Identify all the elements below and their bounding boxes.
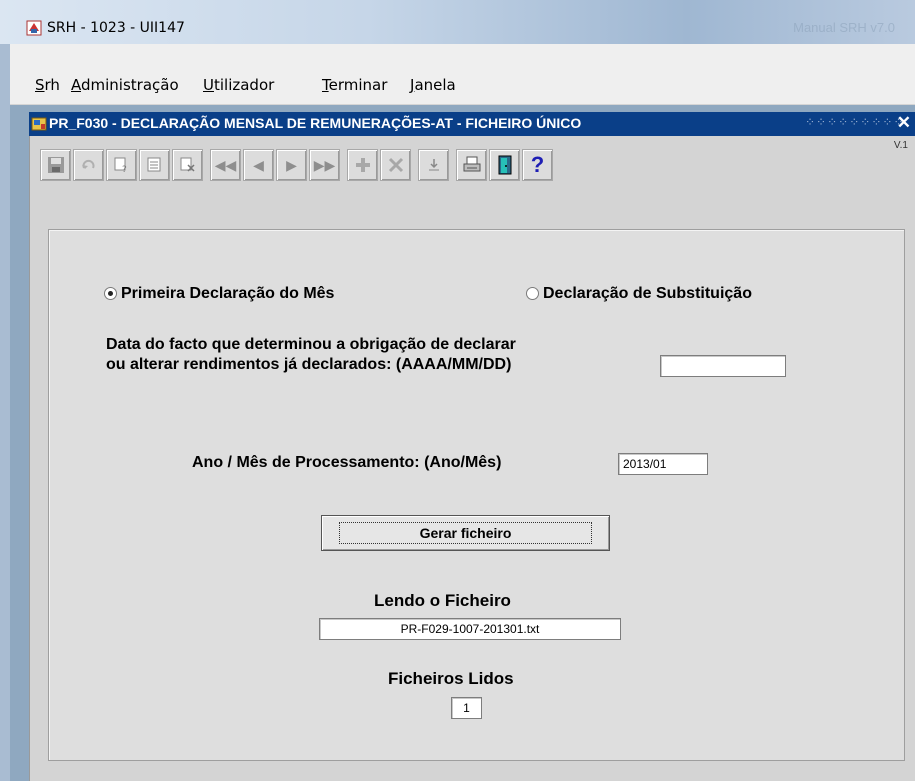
generate-file-button-label: Gerar ficheiro [338, 522, 593, 544]
app-window: SRH - 1023 - UII147 Manual SRH v7.0 Srh … [0, 0, 915, 781]
processing-label: Ano / Mês de Processamento: (Ano/Mês) [192, 454, 502, 471]
menu-bar: Srh Administração Utilizador Terminar Ja… [10, 44, 915, 105]
save-icon[interactable] [40, 149, 71, 181]
undo-icon[interactable] [73, 149, 104, 181]
app-icon [26, 20, 42, 36]
files-read-label: Ficheiros Lidos [388, 669, 514, 688]
radio-primeira-declaracao[interactable] [104, 287, 117, 300]
window-titlebar[interactable]: SRH - 1023 - UII147 Manual SRH v7.0 [0, 0, 915, 45]
menu-administracao[interactable]: Administração [71, 76, 179, 94]
window-left-frame [0, 44, 10, 781]
reading-file-field: PR-F029-1007-201301.txt [319, 618, 621, 640]
next-record-icon[interactable]: ▶ [276, 149, 307, 181]
delete-record-icon[interactable] [380, 149, 411, 181]
window-title: SRH - 1023 - UII147 [47, 20, 185, 36]
generate-file-button[interactable]: Gerar ficheiro [321, 515, 610, 551]
menu-utilizador[interactable]: Utilizador [203, 76, 274, 94]
form-panel: Primeira Declaração do Mês Declaração de… [48, 229, 905, 761]
date-fact-input[interactable] [660, 355, 786, 377]
reading-file-label: Lendo o Ficheiro [374, 591, 511, 610]
radio-declaracao-substituicao[interactable] [526, 287, 539, 300]
previous-record-icon[interactable]: ◀ [243, 149, 274, 181]
exit-icon[interactable] [489, 149, 520, 181]
menu-janela[interactable]: Janela [410, 76, 456, 94]
form-title: PR_F030 - DECLARAÇÃO MENSAL DE REMUNERAÇ… [49, 115, 582, 131]
first-record-icon[interactable]: ◀◀ [210, 149, 241, 181]
help-icon[interactable]: ? [522, 149, 553, 181]
query-all-icon[interactable] [139, 149, 170, 181]
last-record-icon[interactable]: ▶▶ [309, 149, 340, 181]
radio-primeira-declaracao-label[interactable]: Primeira Declaração do Mês [121, 285, 334, 303]
background-window-title: Manual SRH v7.0 [793, 20, 895, 35]
query-icon[interactable]: ? [106, 149, 137, 181]
svg-text:?: ? [122, 165, 127, 174]
form-area: ? ◀◀ ◀ ▶ ▶▶ ? V.1 Primeira Declaração do… [29, 136, 915, 781]
form-icon [31, 117, 47, 131]
date-label-line1: Data do facto que determinou a obrigação… [106, 336, 516, 353]
print-icon[interactable] [456, 149, 487, 181]
radio-selected-dot [108, 291, 113, 296]
radio-declaracao-substituicao-label[interactable]: Declaração de Substituição [543, 285, 752, 303]
form-titlebar[interactable]: PR_F030 - DECLARAÇÃO MENSAL DE REMUNERAÇ… [29, 112, 915, 136]
close-icon[interactable]: ✕ [897, 113, 911, 133]
clear-icon[interactable] [172, 149, 203, 181]
processing-period-input[interactable]: 2013/01 [618, 453, 708, 475]
form-version: V.1 [893, 140, 908, 151]
insert-record-icon[interactable] [347, 149, 378, 181]
menu-srh[interactable]: Srh [35, 76, 60, 94]
menu-terminar[interactable]: Terminar [322, 76, 387, 94]
date-label-line2: ou alterar rendimentos já declarados: (A… [106, 356, 512, 373]
titlebar-grip: ⁘⁘⁘⁘⁘⁘⁘⁘⁘ [805, 115, 905, 129]
download-icon[interactable] [418, 149, 449, 181]
files-read-count: 1 [451, 697, 482, 719]
